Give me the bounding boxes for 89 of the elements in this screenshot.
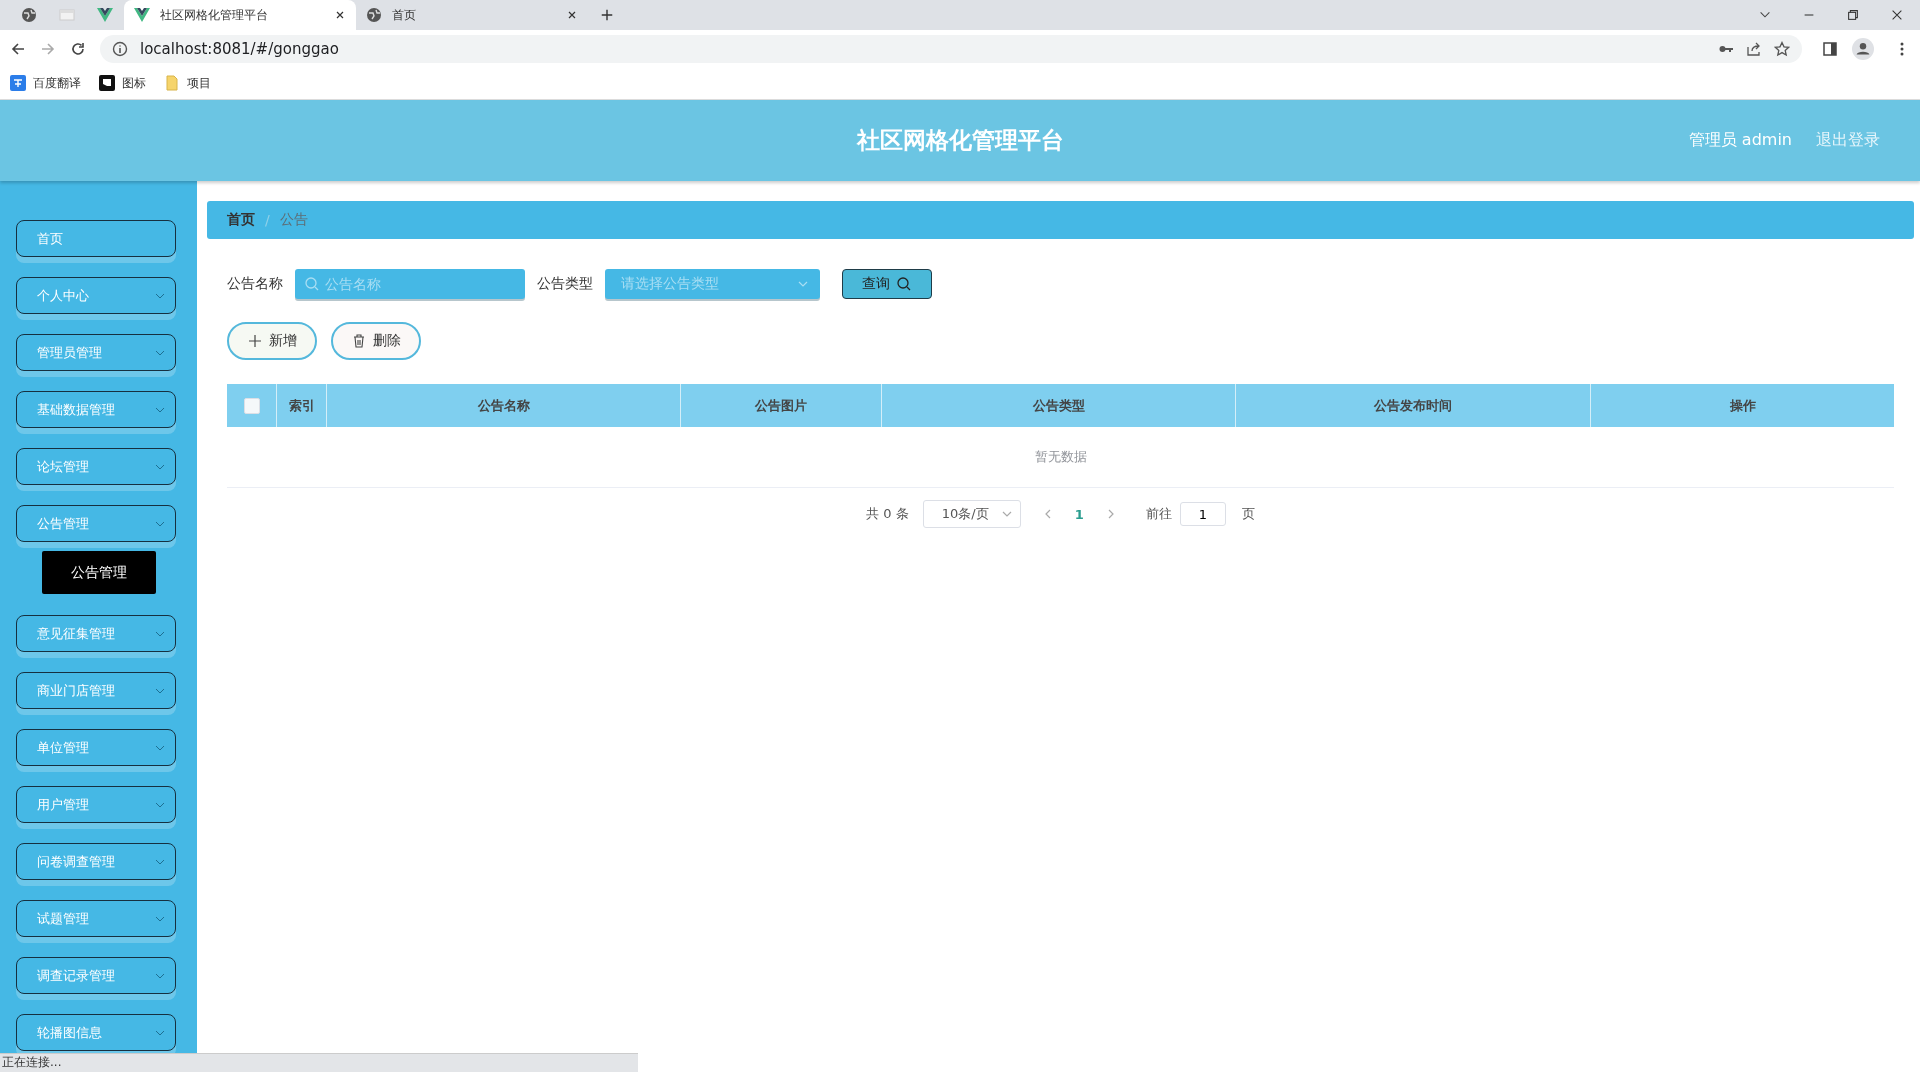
search-field[interactable]: 公告名称 <box>295 269 525 299</box>
chevron-icon <box>798 281 808 287</box>
delete-button[interactable]: 删除 <box>331 322 421 360</box>
new-tab-icon[interactable] <box>600 8 614 22</box>
chevron-icon <box>155 406 165 413</box>
flag-icon <box>99 75 115 91</box>
goto-label: 前往 <box>1145 505 1172 523</box>
chevron-icon <box>155 1029 165 1036</box>
profile-icon[interactable] <box>1852 37 1874 60</box>
page-input[interactable]: 1 <box>1179 502 1226 526</box>
menu-item[interactable]: 基础数据管理 <box>16 391 176 428</box>
search-icon <box>304 276 320 292</box>
column-header: 公告名称 <box>327 384 681 427</box>
back-icon[interactable] <box>10 40 26 57</box>
vue-logo-icon <box>134 7 150 23</box>
close-icon[interactable] <box>1890 8 1904 22</box>
column-header: 公告发布时间 <box>1236 384 1591 427</box>
breadcrumb-item[interactable]: 首页 <box>227 211 255 229</box>
page-unit-label: 页 <box>1241 505 1255 523</box>
browser-tab[interactable]: 社区网格化管理平台 <box>124 0 356 30</box>
site-title: 社区网格化管理平台 <box>856 126 1064 155</box>
chevron-icon <box>155 292 165 299</box>
status-bubble: 正在连接... <box>0 1053 638 1072</box>
menu-item[interactable]: 调查记录管理 <box>16 957 176 994</box>
breadcrumb-separator: / <box>265 212 270 228</box>
menu-item[interactable]: 管理员管理 <box>16 334 176 371</box>
restore-icon[interactable] <box>1846 8 1860 22</box>
browser-tab[interactable]: 首页 <box>356 0 588 30</box>
column-header: 公告图片 <box>681 384 882 427</box>
star-icon[interactable] <box>1774 40 1790 57</box>
translate-icon <box>10 75 26 91</box>
menu-item[interactable]: 用户管理 <box>16 786 176 823</box>
close-icon[interactable] <box>334 9 346 21</box>
logout-link[interactable]: 退出登录 <box>1816 130 1880 151</box>
bookmark[interactable]: 图标 <box>99 74 146 92</box>
chevron-icon <box>155 630 165 637</box>
submenu-item[interactable]: 公告管理 <box>42 551 156 594</box>
reload-icon[interactable] <box>70 40 86 57</box>
select-all-checkbox[interactable] <box>243 397 260 414</box>
chevron-icon <box>155 520 165 527</box>
menu-item[interactable]: 试题管理 <box>16 900 176 937</box>
empty-text: 暂无数据 <box>1034 448 1087 466</box>
search-icon <box>896 276 912 292</box>
menu-item[interactable]: 轮播图信息 <box>16 1014 176 1051</box>
page-number[interactable]: 1 <box>1074 506 1084 522</box>
column-header: 公告类型 <box>882 384 1236 427</box>
user-label: 管理员 admin <box>1688 130 1792 151</box>
field-label: 公告类型 <box>537 275 593 293</box>
bookmark[interactable]: 百度翻译 <box>10 74 81 92</box>
address-bar[interactable]: localhost:8081/#/gonggao <box>100 34 1802 63</box>
menu-item[interactable]: 首页 <box>16 220 176 257</box>
menu-item[interactable]: 公告管理 <box>16 505 176 542</box>
menu-item[interactable]: 个人中心 <box>16 277 176 314</box>
column-header: 索引 <box>277 384 327 427</box>
chevron-icon <box>155 687 165 694</box>
chevron-icon <box>155 972 165 979</box>
vue-logo-icon <box>97 7 113 23</box>
chevron-icon <box>155 858 165 865</box>
url-text: localhost:8081/#/gonggao <box>140 39 339 58</box>
page-size-dropdown[interactable]: 10条/页 <box>922 500 1021 528</box>
side-panel-icon[interactable] <box>1822 40 1838 57</box>
globe-icon <box>21 7 37 23</box>
column-header: 操作 <box>1728 396 1757 415</box>
chevron-icon <box>155 349 165 356</box>
folder-icon <box>164 75 180 91</box>
query-button[interactable]: 查询 <box>842 269 932 299</box>
menu-item[interactable]: 意见征集管理 <box>16 615 176 652</box>
total-count: 共 0 条 <box>866 505 909 523</box>
add-button[interactable]: 新增 <box>227 322 317 360</box>
type-dropdown[interactable]: 请选择公告类型 <box>605 269 820 299</box>
field-label: 公告名称 <box>227 275 283 293</box>
chevron-icon <box>155 915 165 922</box>
share-icon[interactable] <box>1746 40 1762 57</box>
close-icon[interactable] <box>566 9 578 21</box>
chevron-icon <box>155 744 165 751</box>
info-icon <box>112 40 128 57</box>
page-icon <box>59 7 75 23</box>
chevron-icon <box>155 801 165 808</box>
plus-icon <box>247 333 263 349</box>
chevron-icon <box>1001 511 1012 517</box>
menu-item[interactable]: 商业门店管理 <box>16 672 176 709</box>
trash-icon <box>351 333 367 349</box>
menu-item[interactable]: 论坛管理 <box>16 448 176 485</box>
menu-item[interactable]: 单位管理 <box>16 729 176 766</box>
menu-item[interactable]: 问卷调查管理 <box>16 843 176 880</box>
bookmark[interactable]: 项目 <box>164 74 211 92</box>
globe-icon <box>366 7 382 23</box>
breadcrumb-item: 公告 <box>279 211 308 229</box>
chevron-icon <box>155 463 165 470</box>
